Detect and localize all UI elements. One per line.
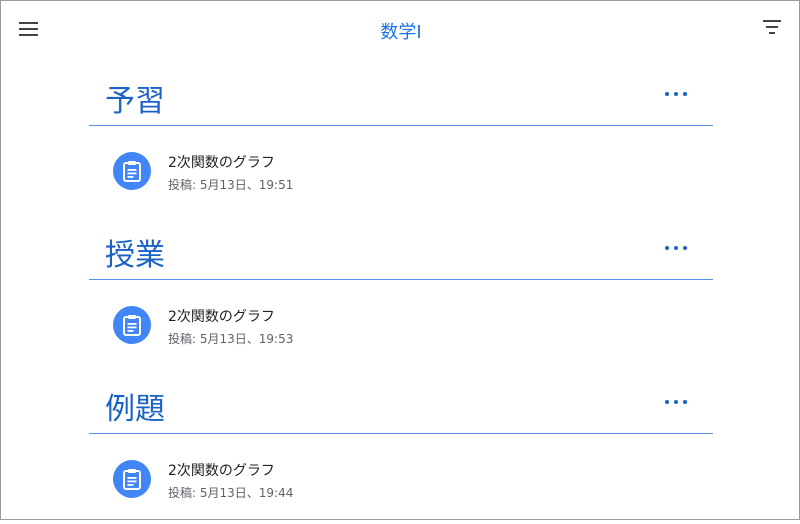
classwork-item[interactable]: 2次関数のグラフ 投稿: 5月13日、19:53 (89, 280, 713, 370)
item-posted-date: 投稿: 5月13日、19:51 (168, 178, 294, 192)
filter-icon[interactable] (759, 20, 785, 42)
assignment-icon (113, 306, 151, 344)
topic-header: 授業 (89, 217, 713, 280)
item-title: 2次関数のグラフ (168, 463, 275, 479)
topic-header: 例題 (89, 371, 713, 434)
topic-header: 予習 (89, 63, 713, 126)
topic-section-yoshu: 予習 2次関数のグラフ 投稿: 5月13日、19:51 (89, 63, 713, 216)
topic-section-jugyo: 授業 2次関数のグラフ 投稿: 5月13日、19:53 (89, 217, 713, 370)
more-options-icon[interactable] (665, 241, 687, 255)
topic-title: 授業 (105, 238, 165, 273)
page-title: 数学I (380, 22, 422, 43)
item-posted-date: 投稿: 5月13日、19:44 (168, 486, 294, 500)
item-title: 2次関数のグラフ (168, 155, 275, 171)
item-title: 2次関数のグラフ (168, 309, 275, 325)
topic-title: 例題 (105, 392, 165, 427)
topic-section-reidai: 例題 2次関数のグラフ 投稿: 5月13日、19:44 (89, 371, 713, 524)
more-options-icon[interactable] (665, 395, 687, 409)
assignment-icon (113, 460, 151, 498)
classwork-item[interactable]: 2次関数のグラフ 投稿: 5月13日、19:51 (89, 126, 713, 216)
classwork-item[interactable]: 2次関数のグラフ 投稿: 5月13日、19:44 (89, 434, 713, 524)
item-posted-date: 投稿: 5月13日、19:53 (168, 332, 294, 346)
topic-title: 予習 (105, 84, 165, 119)
more-options-icon[interactable] (665, 87, 687, 101)
assignment-icon (113, 152, 151, 190)
top-app-bar: 数学I (1, 1, 800, 59)
